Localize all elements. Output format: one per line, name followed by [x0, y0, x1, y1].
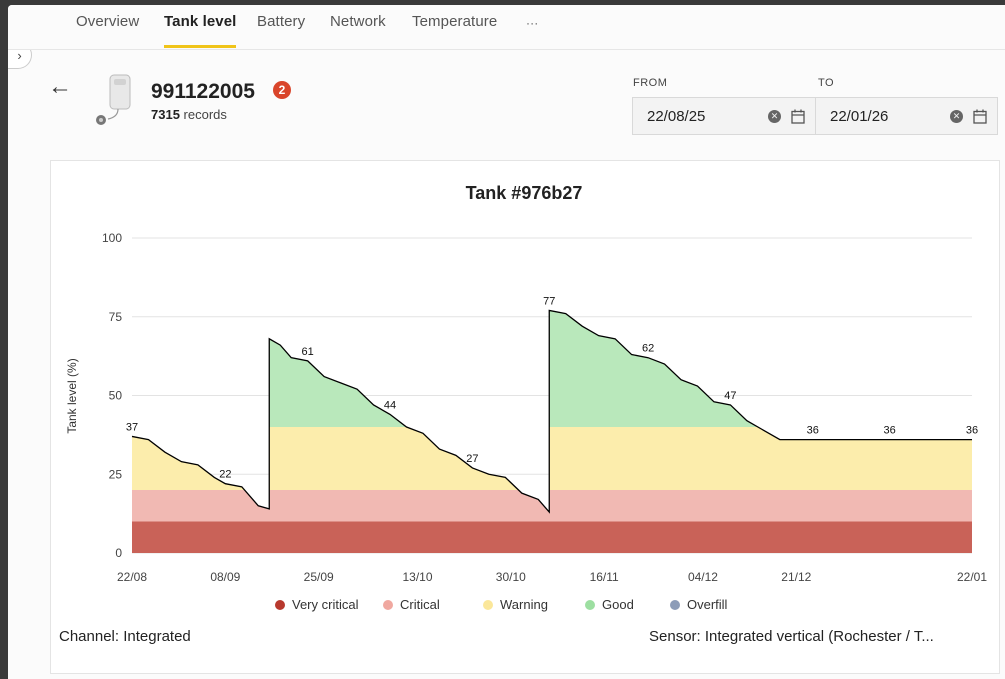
x-tick-label: 25/09 [304, 570, 334, 584]
legend-label: Critical [400, 597, 440, 612]
legend-label: Overfill [687, 597, 728, 612]
legend-marker [275, 600, 285, 610]
zone-band-warning [132, 427, 972, 490]
x-tick-label: 22/08 [117, 570, 147, 584]
data-label: 61 [302, 346, 314, 358]
data-label: 36 [807, 425, 819, 437]
y-tick-label: 75 [109, 310, 123, 324]
legend-marker [383, 600, 393, 610]
data-label: 77 [543, 295, 555, 307]
x-tick-label: 21/12 [781, 570, 811, 584]
data-label: 62 [642, 343, 654, 355]
y-axis-label: Tank level (%) [65, 358, 79, 433]
x-tick-label: 16/11 [590, 570, 619, 584]
sensor-info: Sensor: Integrated vertical (Rochester /… [649, 628, 934, 645]
x-tick-label: 22/01 [957, 570, 987, 584]
legend-label: Very critical [292, 597, 359, 612]
channel-info: Channel: Integrated [59, 628, 191, 645]
legend-marker [585, 600, 595, 610]
y-tick-label: 0 [115, 546, 122, 560]
y-tick-label: 25 [109, 467, 123, 481]
chart-title: Tank #976b27 [466, 183, 583, 203]
x-tick-label: 08/09 [210, 570, 240, 584]
data-label: 44 [384, 399, 396, 411]
legend-label: Warning [500, 597, 548, 612]
legend-marker [670, 600, 680, 610]
legend-label: Good [602, 597, 634, 612]
tank-level-chart: Tank #976b27 0 25 50 75 100 Tank level (%) 37 22… [65, 183, 987, 612]
x-tick-label: 30/10 [496, 570, 526, 584]
data-label: 22 [219, 469, 231, 481]
y-tick-label: 100 [102, 231, 122, 245]
zone-band-very-critical [132, 521, 972, 553]
zone-band-good [132, 310, 972, 427]
x-tick-label: 13/10 [402, 570, 432, 584]
data-label: 37 [126, 421, 138, 433]
x-tick-label: 04/12 [688, 570, 718, 584]
data-label: 36 [966, 425, 978, 437]
data-label: 47 [724, 390, 736, 402]
data-label: 27 [466, 453, 478, 465]
y-tick-label: 50 [109, 389, 123, 403]
legend-marker [483, 600, 493, 610]
data-label: 36 [884, 425, 896, 437]
